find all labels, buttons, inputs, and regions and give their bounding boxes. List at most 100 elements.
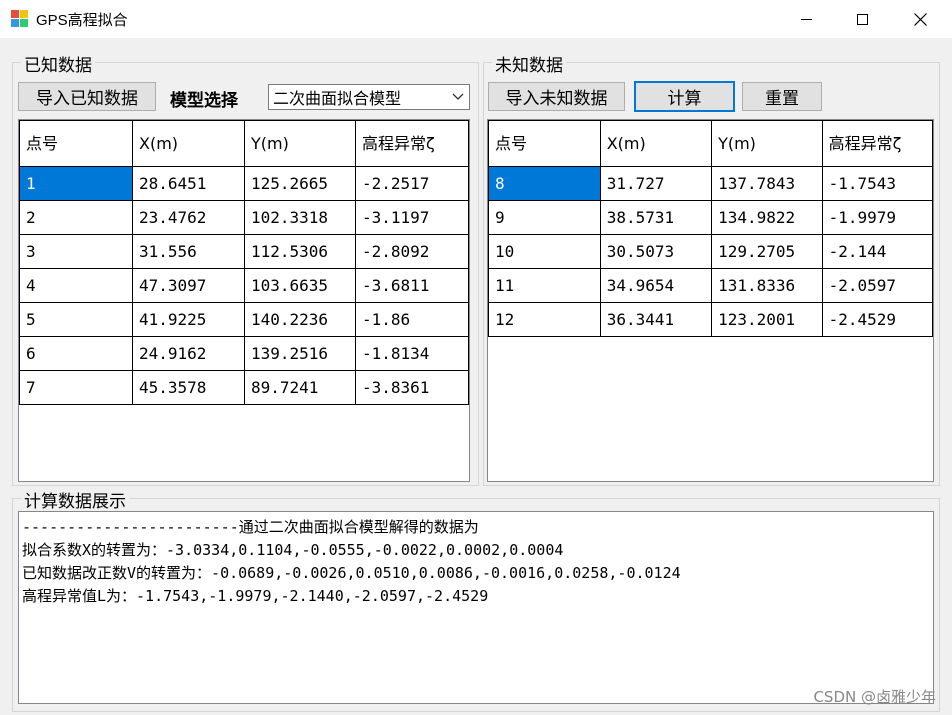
y-cell[interactable]: 137.7843	[711, 166, 823, 201]
height-anomaly-cell[interactable]: -2.8092	[355, 234, 469, 269]
chevron-down-icon	[452, 93, 464, 100]
model-select-label: 模型选择	[170, 91, 238, 111]
output-line: 拟合系数X的转置为：-3.0334,0.1104,-0.0555,-0.0022…	[22, 541, 564, 559]
y-cell[interactable]: 89.7241	[244, 370, 356, 405]
y-cell[interactable]: 102.3318	[244, 200, 356, 235]
y-cell[interactable]: 131.8336	[711, 268, 823, 303]
output-line: ------------------------通过二次曲面拟合模型解得的数据为	[22, 518, 479, 536]
model-select-value: 二次曲面拟合模型	[273, 89, 402, 108]
unknown-data-group-label: 未知数据	[492, 51, 566, 76]
table-row[interactable]: 7 45.3578 89.7241 -3.8361	[19, 370, 469, 405]
output-line: 高程异常值L为：-1.7543,-1.9979,-2.1440,-2.0597,…	[22, 587, 489, 605]
point-id-cell[interactable]: 1	[19, 166, 133, 201]
y-cell[interactable]: 125.2665	[244, 166, 356, 201]
unknown-data-grid[interactable]: 点号 X(m) Y(m) 高程异常ζ 8 31.727 137.7843 -1.754…	[487, 119, 934, 482]
unknown-header-row: 点号 X(m) Y(m) 高程异常ζ	[488, 120, 934, 167]
table-row[interactable]: 6 24.9162 139.2516 -1.8134	[19, 336, 469, 371]
maximize-button[interactable]	[839, 0, 885, 38]
app-icon-cell	[20, 10, 28, 18]
x-cell[interactable]: 24.9162	[132, 336, 245, 371]
height-anomaly-cell[interactable]: -1.8134	[355, 336, 469, 371]
minimize-icon	[800, 18, 812, 20]
y-cell[interactable]: 112.5306	[244, 234, 356, 269]
close-button[interactable]	[897, 0, 943, 38]
point-id-cell[interactable]: 8	[488, 166, 601, 201]
minimize-button[interactable]	[783, 0, 829, 38]
x-cell[interactable]: 28.6451	[132, 166, 245, 201]
app-icon-cell	[11, 19, 19, 27]
table-row[interactable]: 11 34.9654 131.8336 -2.0597	[488, 268, 934, 303]
x-cell[interactable]: 31.556	[132, 234, 245, 269]
table-row[interactable]: 2 23.4762 102.3318 -3.1197	[19, 200, 469, 235]
import-unknown-button[interactable]: 导入未知数据	[488, 82, 625, 111]
height-anomaly-cell[interactable]: -1.9979	[821, 200, 934, 235]
height-anomaly-cell[interactable]: -2.2517	[355, 166, 469, 201]
unknown-data-table: 点号 X(m) Y(m) 高程异常ζ 8 31.727 137.7843 -1.754…	[488, 120, 934, 337]
point-id-cell[interactable]: 4	[19, 268, 133, 303]
x-cell[interactable]: 31.727	[599, 166, 713, 201]
y-cell[interactable]: 103.6635	[244, 268, 356, 303]
table-row[interactable]: 12 36.3441 123.2001 -2.4529	[488, 302, 934, 337]
x-cell[interactable]: 23.4762	[132, 200, 245, 235]
x-cell[interactable]: 45.3578	[132, 370, 245, 405]
output-group-label: 计算数据展示	[21, 487, 129, 512]
table-row[interactable]: 4 47.3097 103.6635 -3.6811	[19, 268, 469, 303]
point-id-cell[interactable]: 2	[19, 200, 133, 235]
point-id-cell[interactable]: 6	[19, 336, 133, 371]
point-id-cell[interactable]: 3	[19, 234, 133, 269]
height-anomaly-cell[interactable]: -2.4529	[821, 302, 934, 337]
height-anomaly-cell[interactable]: -1.86	[355, 302, 469, 337]
app-icon-cell	[20, 19, 28, 27]
column-header[interactable]: 点号	[19, 120, 133, 167]
close-icon	[913, 12, 927, 26]
y-cell[interactable]: 129.2705	[711, 234, 823, 269]
point-id-cell[interactable]: 7	[19, 370, 133, 405]
column-header[interactable]: X(m)	[132, 120, 245, 167]
calculate-button[interactable]: 计算	[634, 81, 735, 112]
x-cell[interactable]: 30.5073	[599, 234, 713, 269]
known-data-group-label: 已知数据	[21, 51, 95, 76]
window-title: GPS高程拟合	[36, 12, 128, 29]
known-data-grid[interactable]: 点号 X(m) Y(m) 高程异常ζ 1 28.6451 125.2665 -2.25…	[18, 119, 470, 482]
height-anomaly-cell[interactable]: -3.8361	[355, 370, 469, 405]
maximize-icon	[856, 13, 868, 25]
point-id-cell[interactable]: 5	[19, 302, 133, 337]
y-cell[interactable]: 139.2516	[244, 336, 356, 371]
column-header[interactable]: X(m)	[599, 120, 713, 167]
column-header[interactable]: 点号	[488, 120, 601, 167]
height-anomaly-cell[interactable]: -2.144	[821, 234, 934, 269]
table-row[interactable]: 8 31.727 137.7843 -1.7543	[488, 166, 934, 201]
table-row[interactable]: 10 30.5073 129.2705 -2.144	[488, 234, 934, 269]
import-known-button[interactable]: 导入已知数据	[18, 82, 156, 111]
model-select[interactable]: 二次曲面拟合模型	[268, 84, 470, 110]
app-icon	[11, 10, 28, 27]
x-cell[interactable]: 41.9225	[132, 302, 245, 337]
y-cell[interactable]: 134.9822	[711, 200, 823, 235]
table-row[interactable]: 3 31.556 112.5306 -2.8092	[19, 234, 469, 269]
x-cell[interactable]: 38.5731	[599, 200, 713, 235]
x-cell[interactable]: 36.3441	[599, 302, 713, 337]
point-id-cell[interactable]: 9	[488, 200, 601, 235]
x-cell[interactable]: 47.3097	[132, 268, 245, 303]
height-anomaly-cell[interactable]: -3.6811	[355, 268, 469, 303]
y-cell[interactable]: 140.2236	[244, 302, 356, 337]
table-row[interactable]: 5 41.9225 140.2236 -1.86	[19, 302, 469, 337]
height-anomaly-cell[interactable]: -2.0597	[821, 268, 934, 303]
reset-button[interactable]: 重置	[742, 82, 822, 111]
column-header[interactable]: 高程异常ζ	[355, 120, 469, 167]
height-anomaly-cell[interactable]: -1.7543	[821, 166, 934, 201]
output-textbox[interactable]: ------------------------通过二次曲面拟合模型解得的数据为…	[18, 511, 934, 704]
known-data-table: 点号 X(m) Y(m) 高程异常ζ 1 28.6451 125.2665 -2.25…	[19, 120, 469, 405]
column-header[interactable]: 高程异常ζ	[821, 120, 934, 167]
point-id-cell[interactable]: 12	[488, 302, 601, 337]
table-row[interactable]: 9 38.5731 134.9822 -1.9979	[488, 200, 934, 235]
point-id-cell[interactable]: 10	[488, 234, 601, 269]
column-header[interactable]: Y(m)	[711, 120, 823, 167]
y-cell[interactable]: 123.2001	[711, 302, 823, 337]
column-header[interactable]: Y(m)	[244, 120, 356, 167]
height-anomaly-cell[interactable]: -3.1197	[355, 200, 469, 235]
x-cell[interactable]: 34.9654	[599, 268, 713, 303]
table-row[interactable]: 1 28.6451 125.2665 -2.2517	[19, 166, 469, 201]
point-id-cell[interactable]: 11	[488, 268, 601, 303]
known-header-row: 点号 X(m) Y(m) 高程异常ζ	[19, 120, 469, 167]
